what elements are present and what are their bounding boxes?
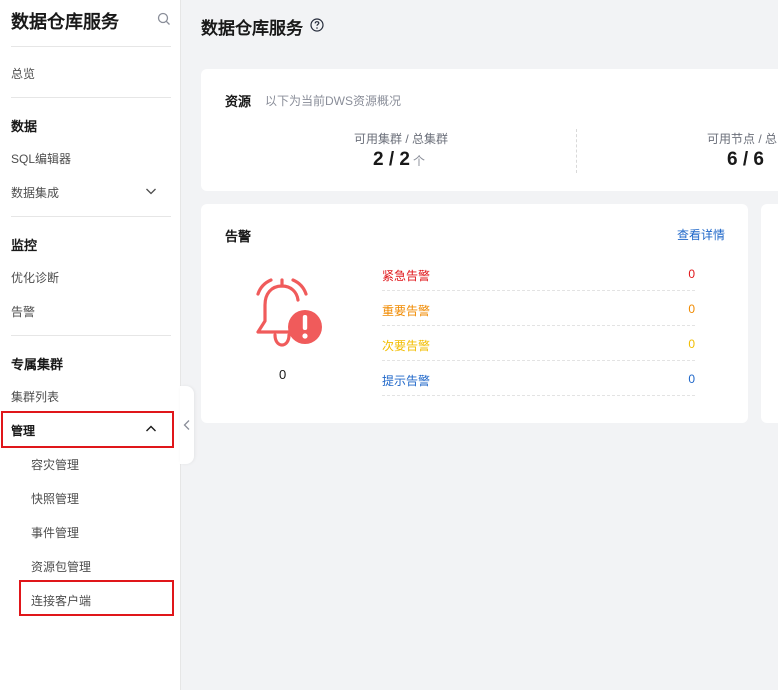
divider — [11, 46, 171, 47]
help-icon[interactable] — [310, 18, 324, 32]
alarm-name: 紧急告警 — [382, 269, 431, 283]
sidebar-item-event[interactable]: 事件管理 — [31, 524, 79, 541]
sidebar-item-optimize[interactable]: 优化诊断 — [11, 269, 59, 286]
clusters-value: 2 / 2个 — [373, 149, 425, 171]
group-monitor-heading: 监控 — [11, 238, 38, 253]
chevron-down-icon[interactable] — [145, 185, 157, 197]
search-icon[interactable] — [157, 12, 171, 26]
alarm-card: 告警 查看详情 0 紧急告警 0 重要告警 0 次要告警 0 提示告警 0 — [201, 204, 748, 423]
alarm-value: 0 — [688, 302, 695, 316]
sidebar-item-package[interactable]: 资源包管理 — [31, 558, 91, 575]
clusters-label: 可用集群 / 总集群 — [354, 132, 449, 146]
view-details-link[interactable]: 查看详情 — [677, 226, 725, 243]
stat-divider — [576, 129, 577, 173]
group-data-heading: 数据 — [11, 119, 38, 134]
alarm-bell-icon — [256, 278, 322, 347]
alarm-row-minor[interactable]: 次要告警 0 — [382, 326, 695, 361]
resource-card: 资源 以下为当前DWS资源概况 可用集群 / 总集群 2 / 2个 可用节点 /… — [201, 69, 778, 191]
sidebar-item-dr[interactable]: 容灾管理 — [31, 456, 79, 473]
group-dedicated-heading: 专属集群 — [11, 357, 64, 372]
alarm-name: 重要告警 — [382, 304, 431, 318]
alarm-name: 提示告警 — [382, 374, 431, 388]
alarm-title: 告警 — [225, 229, 252, 244]
alarm-row-critical[interactable]: 紧急告警 0 — [382, 256, 695, 291]
resource-description: 以下为当前DWS资源概况 — [265, 94, 401, 108]
page-title: 数据仓库服务 — [201, 19, 303, 38]
sidebar-item-data-integration[interactable]: 数据集成 — [11, 184, 59, 201]
sidebar-item-sql-editor[interactable]: SQL编辑器 — [11, 150, 71, 167]
divider — [11, 216, 171, 217]
clusters-unit: 个 — [412, 154, 425, 168]
sidebar-item-overview[interactable]: 总览 — [11, 65, 35, 82]
nodes-value: 6 / 6 — [727, 149, 764, 170]
divider — [11, 97, 171, 98]
highlight-box-manage — [1, 411, 174, 448]
sidebar: 数据仓库服务 总览 数据 SQL编辑器 数据集成 监控 优化诊断 告警 专属集群… — [0, 0, 181, 690]
nodes-label: 可用节点 / 总 — [707, 132, 778, 146]
alarm-name: 次要告警 — [382, 339, 431, 353]
alarm-value: 0 — [688, 337, 695, 351]
sidebar-item-snapshot[interactable]: 快照管理 — [31, 490, 79, 507]
divider — [11, 335, 171, 336]
sidebar-collapse-handle[interactable] — [180, 386, 194, 464]
partial-card — [761, 204, 778, 423]
alarm-row-major[interactable]: 重要告警 0 — [382, 291, 695, 326]
resource-title: 资源 — [225, 94, 252, 109]
alarm-value: 0 — [688, 267, 695, 281]
chevron-left-icon — [183, 420, 190, 430]
highlight-box-connect-client — [19, 580, 174, 616]
alarm-row-info[interactable]: 提示告警 0 — [382, 361, 695, 396]
alarm-total: 0 — [279, 367, 287, 382]
sidebar-item-alarm[interactable]: 告警 — [11, 303, 35, 320]
sidebar-item-cluster-list[interactable]: 集群列表 — [11, 388, 59, 405]
sidebar-title: 数据仓库服务 — [11, 12, 119, 32]
alarm-value: 0 — [688, 372, 695, 386]
clusters-number: 2 / 2 — [373, 149, 410, 170]
